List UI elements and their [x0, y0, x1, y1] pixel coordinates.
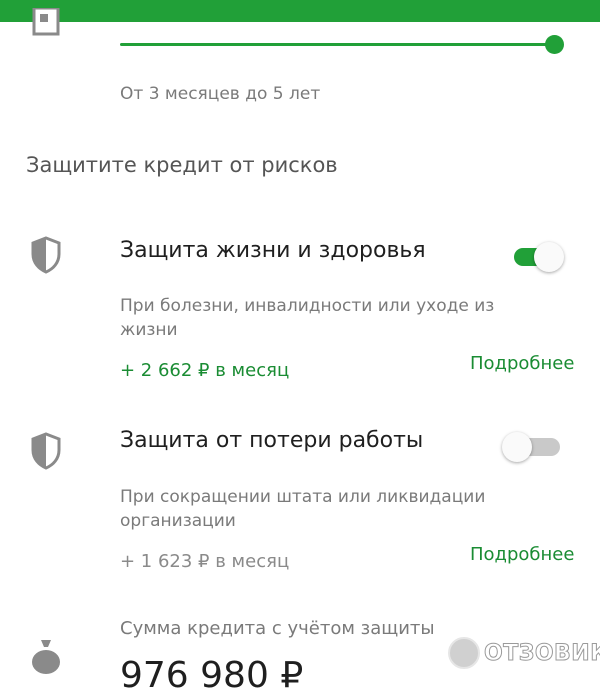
toggle-knob [534, 242, 564, 272]
life-health-protection-price: + 2 662 ₽ в месяц [120, 360, 290, 381]
job-loss-protection-more-link[interactable]: Подробнее [470, 544, 574, 565]
life-health-protection-more-link[interactable]: Подробнее [470, 353, 574, 374]
watermark-logo-icon [448, 637, 480, 669]
job-loss-protection-title: Защита от потери работы [120, 428, 424, 453]
money-bag-icon [32, 640, 60, 674]
life-health-protection-title: Защита жизни и здоровья [120, 238, 426, 263]
watermark-text: ОТЗОВИК [484, 640, 600, 666]
shield-icon [31, 432, 61, 470]
term-slider-track [120, 43, 555, 46]
toggle-knob [502, 432, 532, 462]
life-health-protection-description: При болезни, инвалидности или уходе из ж… [120, 296, 495, 340]
watermark: ОТЗОВИК [448, 636, 600, 670]
section-title: Защитите кредит от рисков [26, 153, 338, 177]
term-slider-thumb[interactable] [545, 35, 564, 54]
term-slider[interactable] [120, 34, 564, 54]
job-loss-protection-toggle[interactable] [502, 430, 568, 462]
job-loss-protection-price: + 1 623 ₽ в месяц [120, 551, 290, 572]
term-range-hint: От 3 месяцев до 5 лет [120, 84, 321, 104]
shield-icon [31, 236, 61, 274]
loan-total-label: Сумма кредита с учётом защиты [120, 618, 435, 639]
life-health-protection-toggle[interactable] [510, 240, 568, 272]
job-loss-protection-description: При сокращении штата или ликвидации орга… [120, 487, 486, 531]
calendar-icon [32, 8, 60, 36]
loan-total-value: 976 980 ₽ [120, 655, 304, 696]
top-app-bar [0, 0, 600, 22]
